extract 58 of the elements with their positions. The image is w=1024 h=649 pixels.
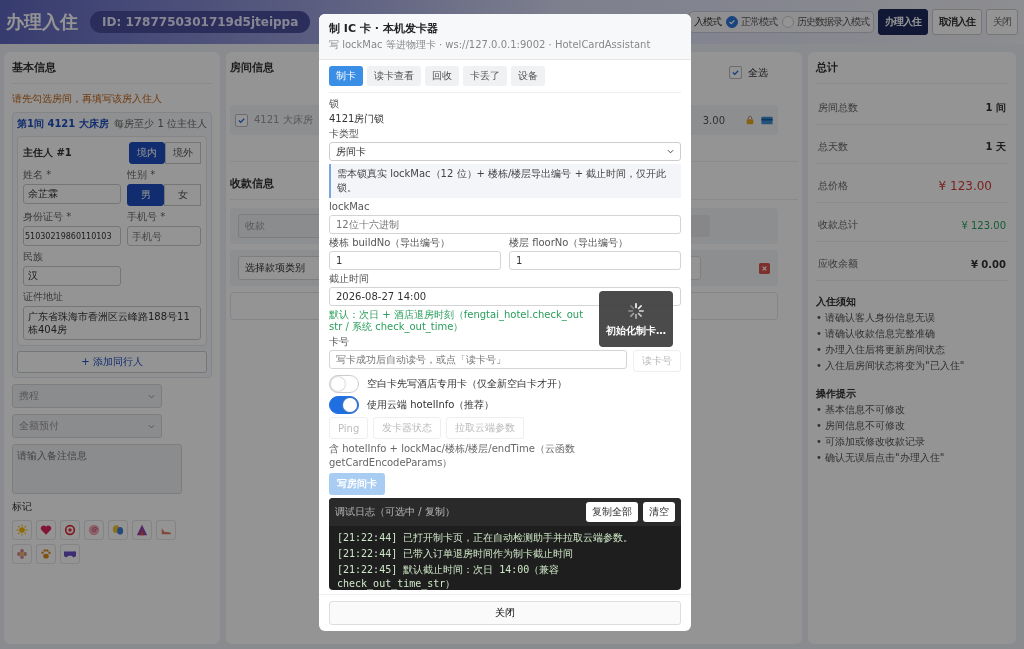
log-line: [21:22:44] 已带入订单退房时间作为制卡截止时间 [337,547,575,561]
price-value: 3.00 [702,114,725,126]
section-title: 总计 [816,60,1008,84]
section-title: 基本信息 [12,60,212,84]
tip-item: • 请确认客人身份信息无误 [816,311,937,325]
field-label: 锁 [329,98,339,110]
field-label: 楼栋 buildNo（导出编号） [329,237,451,249]
hint-text: 请先勾选房间，再填写该房入住人 [12,92,163,106]
tip-item: • 入住后房间状态将变为"已入住" [816,359,966,373]
order-id-badge: ID: 1787750301719d5jteippa [90,11,311,33]
summary-label: 总价格 [818,179,848,193]
section-title: 房间信息 [230,60,274,76]
summary-value: ¥ 123.00 [938,179,992,193]
note-text: 含 hotelInfo + lockMac/楼栋/楼层/endTime（云函数 getCardEncodeParams） [329,442,576,470]
summary-label: 应收余额 [818,257,858,271]
switch-label: 使用云端 hotelInfo（推荐） [367,398,495,412]
summary-value: 1 间 [985,101,1006,115]
field-label: 手机号 * [127,210,167,224]
field-label: 卡类型 [329,128,359,140]
tip-item: • 可添加或修改收款记录 [816,435,927,449]
log-line: [21:22:44] 已打开制卡页，正在自动检测助手并拉取云端参数。 [337,531,635,545]
field-label: 卡号 [329,336,349,348]
field-label: 姓名 * [23,168,53,182]
summary-value: 1 天 [985,140,1006,154]
field-label: 民族 [23,250,44,264]
hint-text: 默认：次日 + 酒店退房时刻（fengtai_hotel.check_out [329,309,584,321]
tips-title: 入住须知 [816,295,857,309]
tip-item: • 基本信息不可修改 [816,403,907,417]
field-label: 身份证号 * [23,210,73,224]
summary-label: 收款总计 [818,218,858,232]
tip-item: • 请确认收款信息完整准确 [816,327,937,341]
summary-value: ¥ 123.00 [961,219,1006,231]
field-label: 楼层 floorNo（导出编号） [509,237,629,249]
room-note: 每房至少 1 位主住人 [114,117,207,131]
summary-value: ¥ 0.00 [970,258,1006,270]
tip-item: • 确认无误后点击"办理入住" [816,451,946,465]
guest-title: 主住人 #1 [23,146,72,160]
field-label: 性别 * [127,168,157,182]
mode-label: 入模式 [694,15,721,29]
page-title: 办理入住 [6,10,78,34]
field-label: 证件地址 [23,290,64,304]
lock-name: 4121房门锁 [329,112,386,125]
summary-label: 房间总数 [818,101,858,115]
room-title: 第1间 4121 大床房 [17,117,109,131]
tips-title: 操作提示 [816,387,857,401]
summary-label: 总天数 [818,140,848,154]
tip-item: • 办理入住后将更新房间状态 [816,343,947,357]
log-title: 调试日志（可选中 / 复制） [335,505,455,519]
tip-item: • 房间信息不可修改 [816,419,907,433]
tags-label: 标记 [12,500,33,514]
hint-text: str / 系统 check_out_time） [329,321,464,333]
dialog-title: 制 IC 卡 · 本机发卡器 [329,21,439,36]
toast-text: 初始化制卡… [606,324,666,337]
dialog-subtitle: 写 lockMac 等进物理卡 · ws://127.0.0.1:9002 · HotelCardAssistant [329,38,652,52]
field-label: lockMac [329,201,370,213]
switch-label: 空白卡先写酒店专用卡（仅全新空白卡才开） [367,377,567,391]
info-notice: 需本锁真实 lockMac（12 位）+ 楼栋/楼层导出编号 + 截止时间，仅开此锁。 [329,164,681,198]
log-line: [21:22:45] 默认截止时间：次日 14:00（兼容 check_out_time_str） [337,563,561,590]
